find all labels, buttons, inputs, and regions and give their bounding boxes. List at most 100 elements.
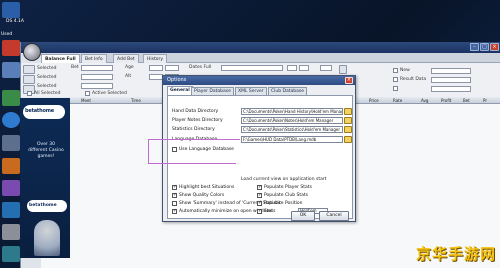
col-profit[interactable]: Profit — [441, 98, 451, 103]
network-icon[interactable] — [2, 90, 20, 106]
lang-db-input[interactable]: F:\Games\HUD Data\PTDB\Lang.mdb — [241, 136, 343, 143]
hand-dir-label: Hand Data Directory — [172, 109, 219, 114]
ad-banner[interactable]: betathome Over 30 different Casino games… — [20, 98, 70, 258]
alt-from-input[interactable] — [149, 74, 163, 80]
col-avg[interactable]: Avg — [421, 98, 428, 103]
tab-bet-info[interactable]: Bet Info — [81, 54, 107, 63]
active-selected-checkbox[interactable] — [85, 91, 90, 96]
bet-input[interactable] — [81, 65, 113, 71]
result-data-label: Result Data — [400, 77, 427, 82]
stats-dir-label: Statistics Directory — [172, 127, 215, 132]
check-position[interactable] — [257, 200, 262, 206]
check-stats[interactable] — [257, 208, 262, 214]
result-input-3[interactable] — [431, 86, 471, 92]
col-price[interactable]: Price — [369, 98, 379, 103]
tab-player-database[interactable]: Player Database — [191, 87, 234, 95]
filter-label-3: Selected — [37, 84, 57, 89]
ok-button[interactable]: OK — [291, 211, 315, 221]
check-quality-colors-label: Show Quality Colors — [179, 193, 225, 198]
search-button[interactable] — [339, 65, 347, 74]
folder-icon[interactable] — [2, 62, 20, 78]
annotation-line-left — [148, 139, 149, 163]
maximize-button[interactable]: □ — [480, 43, 489, 51]
col-bet[interactable]: Bet — [463, 98, 470, 103]
count-input[interactable] — [320, 65, 332, 71]
check-summary[interactable] — [172, 201, 177, 206]
minimize-button[interactable]: – — [470, 43, 479, 51]
ad-brand-text: betathome — [25, 108, 54, 114]
cancel-button[interactable]: Cancel — [319, 211, 349, 221]
desktop-top-label: DS 4.1A — [6, 19, 24, 24]
check-club-stats[interactable] — [257, 192, 262, 198]
check-position-label: Populate Position — [264, 201, 303, 206]
load-view-note: Load current view on application start — [241, 177, 327, 182]
check-highlight-label: Highlight best Situations — [179, 185, 235, 190]
notes-dir-input[interactable]: C:\Documents\Poker\Notes\Hold'em Manager — [241, 117, 343, 124]
check-club-stats-label: Populate Club Stats — [264, 193, 309, 198]
date-to-input[interactable] — [299, 65, 309, 71]
drive-icon[interactable] — [2, 224, 20, 240]
tab-history[interactable]: History — [143, 54, 168, 63]
age-from-input[interactable] — [149, 65, 163, 71]
extra-checkbox[interactable] — [393, 86, 398, 91]
new-checkbox[interactable] — [393, 68, 398, 73]
notes-dir-label: Player Notes Directory — [172, 118, 223, 123]
col-time[interactable]: Time — [131, 98, 141, 103]
result-data-checkbox[interactable] — [393, 77, 398, 82]
options-dialog: Options × General Player Database XML Se… — [162, 75, 356, 222]
hand-dir-browse-icon[interactable] — [344, 108, 352, 115]
col-rate[interactable]: Rate — [393, 98, 402, 103]
tab-club-database[interactable]: Club Database — [268, 87, 308, 95]
age-label: Age — [125, 65, 134, 70]
use-lang-db-label: Use Language Database — [179, 147, 234, 152]
col-meet[interactable]: Meet — [81, 98, 91, 103]
check-player-stats[interactable] — [257, 184, 262, 190]
recycle-bin-icon[interactable] — [2, 135, 20, 151]
stats-dir-input[interactable]: C:\Documents\Poker\Statistics\Hold'em Ma… — [241, 126, 343, 133]
result-input-1[interactable] — [431, 68, 471, 74]
annotation-line-bottom — [148, 163, 236, 164]
check-minimize[interactable] — [172, 208, 177, 214]
tab-balance-full[interactable]: Balance Full — [41, 54, 80, 63]
computer-icon[interactable] — [2, 2, 20, 18]
refresh-button[interactable] — [23, 65, 35, 74]
result-input-2[interactable] — [431, 77, 471, 83]
age-to-input[interactable] — [165, 65, 179, 71]
date-from-input[interactable] — [287, 65, 297, 71]
desktop-left-label: Used — [1, 32, 13, 37]
use-lang-db-checkbox[interactable] — [172, 147, 177, 152]
document-icon[interactable] — [2, 180, 20, 196]
lang-db-browse-icon[interactable] — [344, 136, 352, 143]
bet-label: Bet — [71, 65, 79, 70]
close-button[interactable]: × — [490, 43, 499, 51]
notes-dir-browse-icon[interactable] — [344, 117, 352, 124]
bet-input-3[interactable] — [81, 83, 113, 89]
app-logo-icon[interactable] — [23, 43, 41, 61]
date-input[interactable] — [221, 65, 283, 71]
select-button[interactable] — [23, 75, 35, 84]
media-icon[interactable] — [2, 158, 20, 174]
browser-icon[interactable] — [2, 112, 20, 128]
annotation-line-top — [148, 139, 240, 140]
dialog-close-button[interactable]: × — [345, 77, 353, 84]
dialog-tabs: General Player Database XML Server Club … — [167, 86, 353, 95]
app-icon[interactable] — [2, 246, 20, 262]
all-selected-label: All Selected — [34, 91, 61, 96]
settings-icon[interactable] — [2, 202, 20, 218]
check-quality-colors[interactable] — [172, 192, 177, 198]
tab-general[interactable]: General — [167, 86, 193, 95]
tab-add-bet[interactable]: Add Bet — [113, 54, 139, 63]
stats-dir-browse-icon[interactable] — [344, 126, 352, 133]
new-label: New — [400, 68, 410, 73]
check-highlight[interactable] — [172, 184, 177, 190]
all-selected-checkbox[interactable] — [27, 91, 32, 96]
dates-full-label: Dates Full — [189, 65, 212, 70]
dialog-title: Options — [163, 76, 355, 85]
bet-input-2[interactable] — [81, 74, 113, 80]
app-shortcut-icon[interactable] — [2, 40, 20, 56]
col-pr[interactable]: Pr — [483, 98, 487, 103]
tab-xml-server[interactable]: XML Server — [235, 87, 267, 95]
active-selected-label: Active Selected — [92, 91, 127, 96]
hand-dir-input[interactable]: C:\Documents\Poker\Hand History\Hold'em … — [241, 108, 343, 115]
ad-logo-text: betathome — [29, 203, 57, 208]
